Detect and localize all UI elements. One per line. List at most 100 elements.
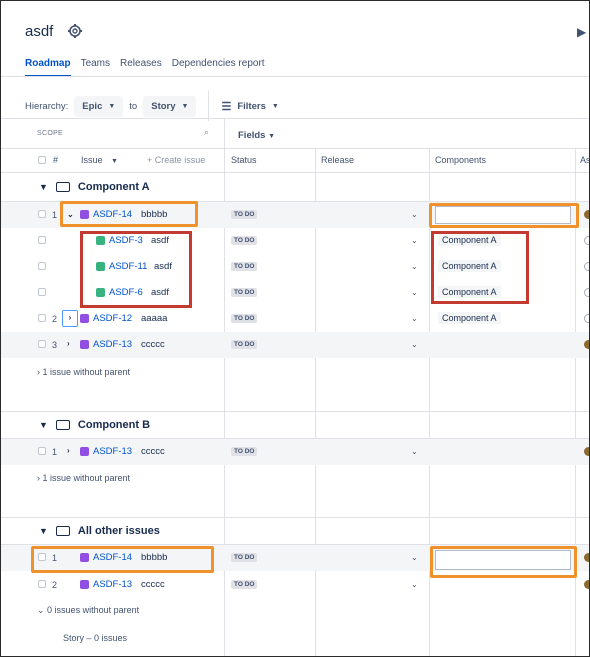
project-title: asdf: [25, 23, 54, 40]
avatar[interactable]: [584, 236, 589, 245]
chevron-right-icon[interactable]: ›: [62, 310, 78, 327]
status-badge[interactable]: TO DO: [231, 553, 258, 562]
chevron-down-icon: ▼: [39, 420, 48, 430]
epic-icon: [80, 447, 89, 456]
chevron-down-icon: ▼: [111, 158, 118, 165]
story-count: Story – 0 issues: [63, 633, 128, 643]
column-release: Release: [321, 155, 355, 165]
hierarchy-from-select[interactable]: Epic ▼: [74, 95, 124, 117]
row-number: 2: [52, 314, 58, 324]
issues-without-parent-toggle[interactable]: › 1 issue without parent: [37, 473, 130, 483]
row-checkbox[interactable]: [38, 447, 46, 455]
chevron-down-icon: ▼: [271, 102, 279, 110]
chevron-down-icon: ▼: [39, 526, 48, 536]
column-components: Components: [435, 155, 487, 165]
highlight-box: [430, 546, 577, 578]
issues-without-parent-toggle[interactable]: ⌄ 0 issues without parent: [37, 605, 139, 616]
avatar[interactable]: [584, 288, 589, 297]
row-checkbox[interactable]: [38, 580, 46, 588]
chevron-right-icon[interactable]: ›: [67, 339, 70, 348]
chevron-down-icon[interactable]: ⌄: [411, 580, 418, 589]
row-checkbox[interactable]: [38, 262, 46, 270]
search-icon[interactable]: ⌕: [204, 127, 209, 138]
chevron-right-icon[interactable]: ›: [67, 446, 70, 455]
folder-icon: [55, 526, 70, 536]
row-checkbox[interactable]: [38, 340, 46, 348]
highlight-box: [60, 201, 198, 227]
select-all-checkbox[interactable]: [38, 156, 46, 164]
issues-without-parent-toggle[interactable]: › 1 issue without parent: [37, 367, 130, 377]
row-checkbox[interactable]: [38, 288, 46, 296]
create-issue-button[interactable]: + Create issue: [147, 155, 205, 165]
hierarchy-to-value: Story: [151, 100, 176, 112]
avatar[interactable]: [584, 262, 589, 271]
issue-key[interactable]: ASDF-13: [93, 339, 132, 350]
epic-icon: [80, 340, 89, 349]
column-issue[interactable]: Issue ▼: [81, 155, 118, 165]
group-header-all-other-issues[interactable]: ▼ All other issues: [39, 525, 160, 537]
issue-key[interactable]: ASDF-13: [93, 446, 132, 457]
tabs-divider: [1, 76, 589, 77]
group-header-component-b[interactable]: ▼ Component B: [39, 419, 150, 431]
status-badge[interactable]: TO DO: [231, 210, 258, 219]
table-row[interactable]: 1 › ASDF-13 ccccc TO DO ⌄: [1, 439, 589, 465]
chevron-down-icon[interactable]: ⌄: [411, 447, 418, 456]
chevron-down-icon[interactable]: ⌄: [411, 314, 418, 323]
folder-icon: [55, 182, 70, 192]
status-badge[interactable]: TO DO: [231, 447, 258, 456]
gear-icon[interactable]: [67, 23, 83, 39]
row-number: 1: [52, 210, 58, 220]
component-tag[interactable]: Component A: [438, 312, 501, 324]
avatar[interactable]: [584, 447, 589, 456]
tab-releases[interactable]: Releases: [120, 58, 162, 77]
megaphone-icon[interactable]: ▶: [577, 25, 587, 39]
column-number: #: [53, 155, 59, 165]
issue-key[interactable]: ASDF-12: [93, 313, 132, 324]
status-badge[interactable]: TO DO: [231, 580, 258, 589]
table-row[interactable]: 2 › ASDF-12 aaaaa TO DO ⌄ Component A: [1, 306, 589, 332]
status-badge[interactable]: TO DO: [231, 262, 258, 271]
group-header-component-a[interactable]: ▼ Component A: [39, 181, 150, 193]
filters-button[interactable]: ☰ Filters ▼: [221, 100, 278, 113]
status-badge[interactable]: TO DO: [231, 340, 258, 349]
tab-dependencies-report[interactable]: Dependencies report: [172, 58, 265, 77]
row-checkbox[interactable]: [38, 236, 46, 244]
group-name: Component A: [77, 181, 150, 193]
issue-key[interactable]: ASDF-13: [93, 579, 132, 590]
highlight-box: [429, 203, 579, 228]
avatar[interactable]: [584, 314, 589, 323]
status-badge[interactable]: TO DO: [231, 236, 258, 245]
hierarchy-to-select[interactable]: Story ▼: [143, 95, 197, 117]
chevron-down-icon[interactable]: ⌄: [411, 553, 418, 562]
chevron-down-icon[interactable]: ⌄: [411, 262, 418, 271]
roadmap-tabs: Roadmap Teams Releases Dependencies repo…: [25, 58, 265, 77]
tab-roadmap[interactable]: Roadmap: [25, 58, 71, 77]
hierarchy-bar: Hierarchy: Epic ▼ to Story ▼ ☰ Filters ▼: [25, 91, 279, 121]
avatar[interactable]: [584, 340, 589, 349]
column-assignee: As: [580, 155, 590, 165]
filter-icon: ☰: [221, 100, 232, 113]
toolbar-divider: [208, 91, 210, 121]
chevron-down-icon[interactable]: ⌄: [411, 210, 418, 219]
grid-line: [1, 148, 589, 149]
tab-teams[interactable]: Teams: [81, 58, 110, 77]
grid-line: [1, 517, 589, 518]
avatar[interactable]: [584, 580, 589, 589]
row-checkbox[interactable]: [38, 210, 46, 218]
status-badge[interactable]: TO DO: [231, 288, 258, 297]
column-status: Status: [231, 155, 257, 165]
chevron-down-icon[interactable]: ⌄: [411, 288, 418, 297]
avatar[interactable]: [584, 553, 589, 562]
chevron-down-icon: ▼: [181, 102, 189, 110]
avatar[interactable]: [584, 210, 589, 219]
row-number: 2: [52, 580, 58, 590]
row-checkbox[interactable]: [38, 314, 46, 322]
status-badge[interactable]: TO DO: [231, 314, 258, 323]
row-number: 1: [52, 447, 58, 457]
fields-button[interactable]: Fields ▼: [238, 130, 275, 141]
chevron-down-icon[interactable]: ⌄: [411, 340, 418, 349]
issue-summary: ccccc: [141, 339, 165, 350]
roadmap-window: asdf ▶ Roadmap Teams Releases Dependenci…: [0, 0, 590, 657]
table-row[interactable]: 3 › ASDF-13 ccccc TO DO ⌄: [1, 332, 589, 358]
chevron-down-icon[interactable]: ⌄: [411, 236, 418, 245]
